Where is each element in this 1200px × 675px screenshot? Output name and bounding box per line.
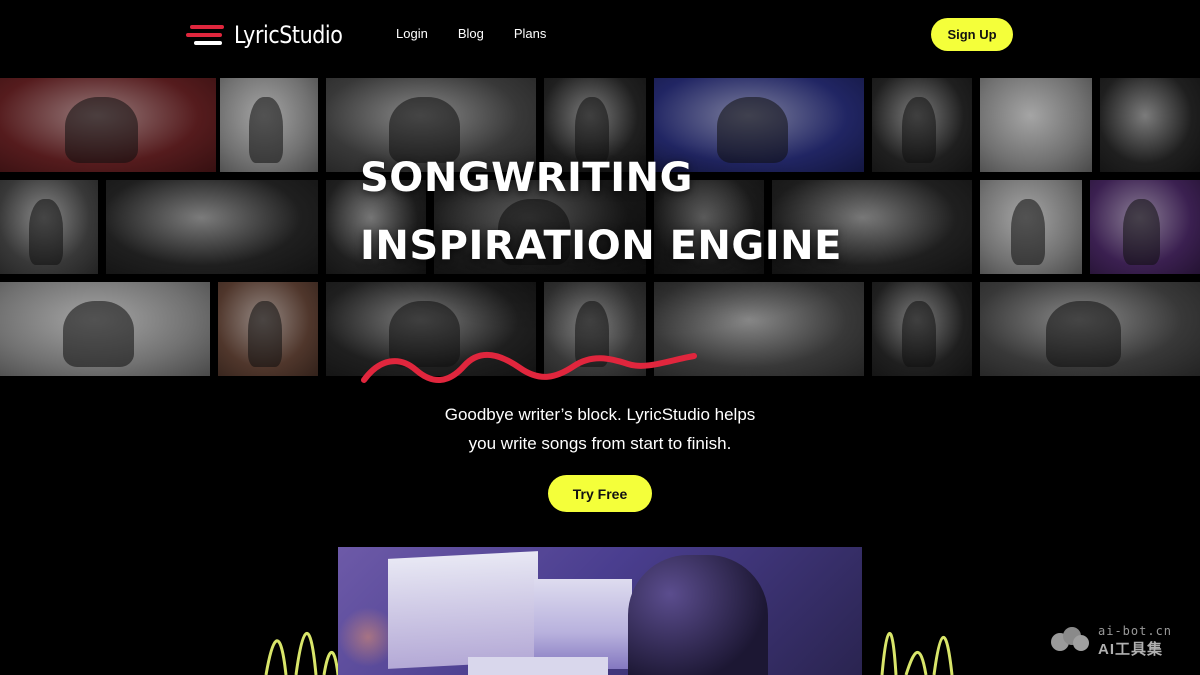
watermark-domain: ai-bot.cn [1098, 624, 1173, 638]
logo-lines-icon [186, 22, 224, 48]
watermark: ai-bot.cn AI工具集 [1050, 624, 1185, 660]
hero-photo [220, 78, 318, 172]
hero-photo [1100, 78, 1200, 172]
hero-photo [980, 282, 1200, 376]
tagline-line-1: Goodbye writer’s block. LyricStudio help… [444, 405, 756, 424]
sound-wave-right-icon [880, 632, 954, 675]
nav-link-plans[interactable]: Plans [514, 26, 547, 41]
nav-links: Login Blog Plans [396, 26, 546, 41]
hero-photo [980, 78, 1092, 172]
hero-photo [980, 180, 1082, 274]
sign-up-button[interactable]: Sign Up [931, 18, 1013, 51]
hero-photo [0, 180, 98, 274]
tagline: Goodbye writer’s block. LyricStudio help… [300, 400, 900, 458]
studio-preview-image [338, 547, 862, 675]
nav-link-blog[interactable]: Blog [458, 26, 484, 41]
tagline-line-2: you write songs from start to finish. [468, 434, 732, 453]
sound-wave-left-icon [264, 632, 340, 675]
hero-photo [1090, 180, 1200, 274]
hero-photo-grid: SONGWRITING INSPIRATION ENGINE [0, 78, 1200, 383]
watermark-title: AI工具集 [1098, 641, 1164, 658]
watermark-logo-icon [1051, 627, 1089, 651]
top-nav: LyricStudio Login Blog Plans Sign Up [0, 0, 1200, 70]
nav-link-login[interactable]: Login [396, 26, 428, 41]
hero-photo [0, 282, 210, 376]
hero-title: SONGWRITING INSPIRATION ENGINE [360, 144, 842, 280]
hero-photo [218, 282, 318, 376]
hero-photo [0, 78, 216, 172]
squiggle-underline-icon [361, 351, 697, 383]
try-free-button[interactable]: Try Free [548, 475, 652, 512]
hero-title-line-2: INSPIRATION ENGINE [360, 223, 842, 269]
hero-photo [106, 180, 318, 274]
brand-logo[interactable]: LyricStudio [186, 18, 360, 52]
hero-title-line-1: SONGWRITING [360, 155, 693, 201]
brand-name: LyricStudio [234, 21, 343, 49]
